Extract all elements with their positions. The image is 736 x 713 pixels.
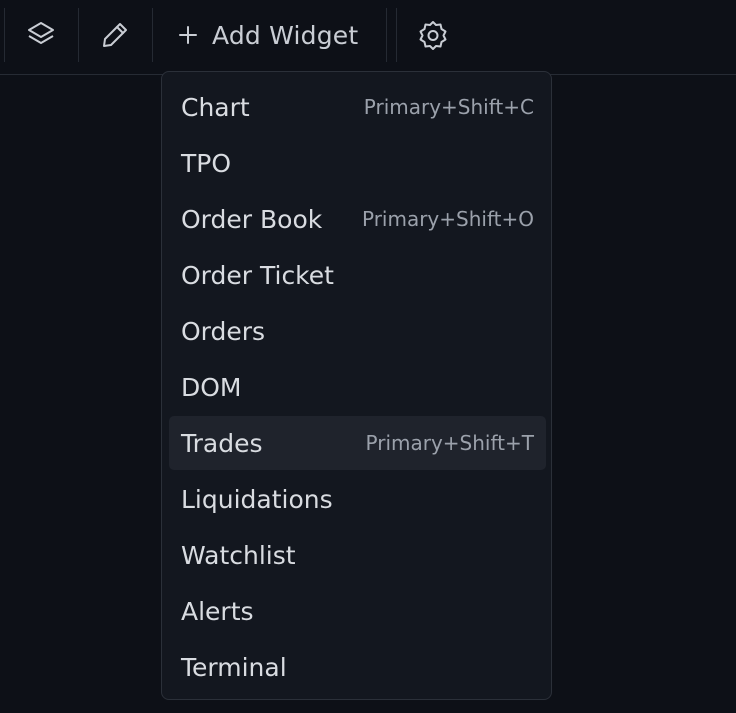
gear-icon [417,19,449,51]
menu-item-shortcut: Primary+Shift+T [365,431,534,455]
menu-item-label: Liquidations [181,484,333,514]
toolbar-divider [396,8,397,62]
menu-item-label: DOM [181,372,242,402]
layers-button[interactable] [20,12,62,58]
menu-item-alerts[interactable]: Alerts [169,584,546,638]
menu-item-label: Terminal [181,652,287,682]
menu-item-order-ticket[interactable]: Order Ticket [169,248,546,302]
pencil-icon [99,19,131,51]
add-widget-button[interactable]: Add Widget [170,12,370,58]
menu-item-dom[interactable]: DOM [169,360,546,414]
menu-item-order-book[interactable]: Order Book Primary+Shift+O [169,192,546,246]
menu-item-label: Chart [181,92,250,122]
menu-item-trades[interactable]: Trades Primary+Shift+T [169,416,546,470]
menu-item-label: Alerts [181,596,254,626]
toolbar-divider [152,8,153,62]
menu-item-watchlist[interactable]: Watchlist [169,528,546,582]
menu-item-label: Order Book [181,204,323,234]
menu-item-label: Watchlist [181,540,296,570]
menu-item-tpo[interactable]: TPO [169,136,546,190]
menu-item-liquidations[interactable]: Liquidations [169,472,546,526]
menu-item-label: Order Ticket [181,260,334,290]
menu-item-shortcut: Primary+Shift+O [361,207,534,231]
menu-item-shortcut: Primary+Shift+C [363,95,534,119]
toolbar-divider [78,8,79,62]
plus-icon [178,25,198,45]
add-widget-label: Add Widget [212,20,359,50]
edit-button[interactable] [94,12,136,58]
menu-item-label: TPO [181,148,232,178]
menu-item-label: Orders [181,316,266,346]
menu-item-label: Trades [181,428,263,458]
menu-item-chart[interactable]: Chart Primary+Shift+C [169,80,546,134]
layers-icon [25,19,57,51]
menu-item-orders[interactable]: Orders [169,304,546,358]
toolbar-divider [4,8,5,62]
menu-item-terminal[interactable]: Terminal [169,640,546,694]
settings-button[interactable] [412,12,454,58]
toolbar-divider [386,8,387,62]
top-toolbar: Add Widget [0,0,736,75]
add-widget-menu: Chart Primary+Shift+C TPO Order Book Pri… [161,71,552,700]
